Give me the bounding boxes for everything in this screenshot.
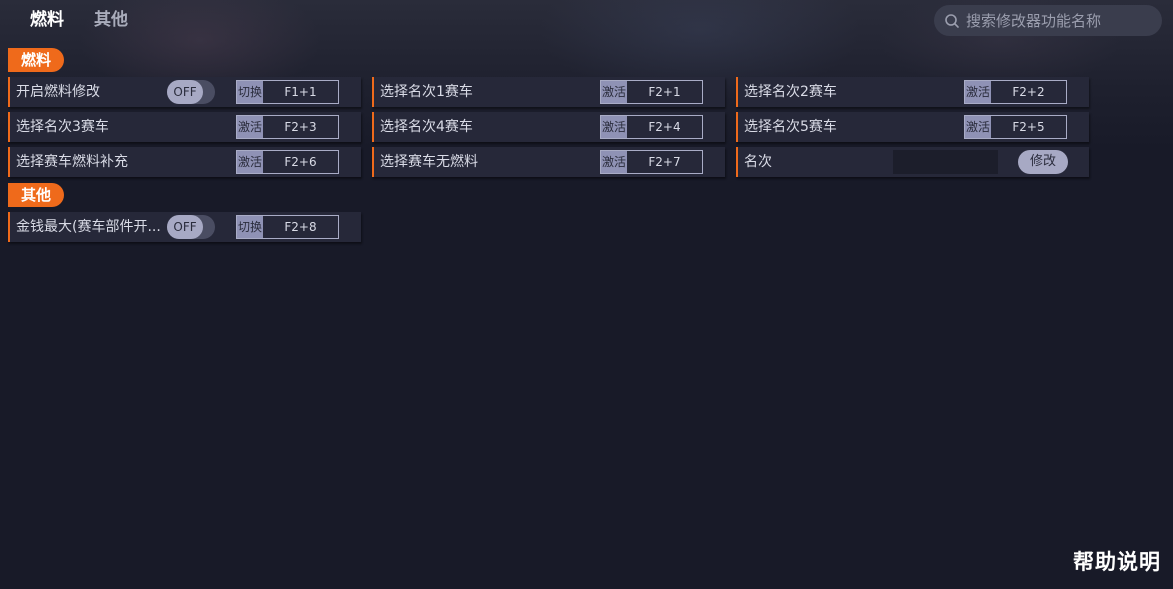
hotkey-box[interactable]: 激活 F2+6 [236,150,339,174]
apply-button[interactable]: 修改 [1018,150,1068,174]
toggle-state: OFF [167,80,203,104]
hotkey-box[interactable]: 激活 F2+5 [964,115,1067,139]
tab-fuel[interactable]: 燃料 [30,8,64,32]
hotkey-action: 激活 [601,81,627,103]
category-tabs: 燃料 其他 [30,8,128,32]
option-label: 名次 [744,154,772,170]
option-row-select-rank3: 选择名次3赛车 激活 F2+3 [8,112,361,142]
hotkey-box[interactable]: 激活 F2+2 [964,80,1067,104]
option-row-select-rank2: 选择名次2赛车 激活 F2+2 [736,77,1089,107]
hotkey-action: 激活 [965,116,991,138]
tab-other[interactable]: 其他 [94,8,128,32]
hotkey-action: 切换 [237,81,263,103]
max-money-toggle[interactable]: OFF [167,215,215,239]
option-label: 选择名次5赛车 [744,119,837,135]
option-row-enable-fuel: 开启燃料修改 OFF 切换 F1+1 [8,77,361,107]
help-button[interactable]: 帮助说明 [1073,546,1161,576]
option-row-select-rank5: 选择名次5赛车 激活 F2+5 [736,112,1089,142]
hotkey-action: 激活 [237,116,263,138]
toggle-state: OFF [167,215,203,239]
trainer-window: 燃料 其他 燃料 开启燃料修改 OFF 切换 F1+1 选择名次1赛车 激活 F… [0,0,1173,589]
search-box[interactable] [934,5,1162,36]
hotkey-keys: F2+4 [627,116,702,138]
option-row-max-money: 金钱最大(赛车部件开... OFF 切换 F2+8 [8,212,361,242]
hotkey-action: 激活 [237,151,263,173]
section-title-fuel: 燃料 [8,48,65,72]
option-label: 选择赛车无燃料 [380,154,478,170]
hotkey-box[interactable]: 激活 F2+1 [600,80,703,104]
hotkey-keys: F2+3 [263,116,338,138]
rank-input[interactable] [893,150,998,174]
hotkey-keys: F2+1 [627,81,702,103]
search-icon [945,13,959,28]
hotkey-action: 激活 [965,81,991,103]
section-title-other: 其他 [8,183,65,207]
hotkey-box[interactable]: 切换 F1+1 [236,80,339,104]
hotkey-keys: F2+5 [991,116,1066,138]
hotkey-keys: F1+1 [263,81,338,103]
hotkey-box[interactable]: 激活 F2+3 [236,115,339,139]
hotkey-keys: F2+7 [627,151,702,173]
option-label: 选择名次1赛车 [380,84,473,100]
hotkey-action: 激活 [601,151,627,173]
option-row-select-rank4: 选择名次4赛车 激活 F2+4 [372,112,725,142]
fuel-mod-toggle[interactable]: OFF [167,80,215,104]
option-row-no-fuel: 选择赛车无燃料 激活 F2+7 [372,147,725,177]
hotkey-keys: F2+6 [263,151,338,173]
option-label: 选择名次3赛车 [16,119,109,135]
option-label: 金钱最大(赛车部件开... [16,219,161,235]
hotkey-box[interactable]: 激活 F2+4 [600,115,703,139]
hotkey-action: 切换 [237,216,263,238]
hotkey-box[interactable]: 切换 F2+8 [236,215,339,239]
option-row-refuel-car: 选择赛车燃料补充 激活 F2+6 [8,147,361,177]
option-label: 选择赛车燃料补充 [16,154,128,170]
option-row-rank-value: 名次 修改 [736,147,1089,177]
option-label: 开启燃料修改 [16,84,100,100]
search-input[interactable] [966,11,1156,30]
option-row-select-rank1: 选择名次1赛车 激活 F2+1 [372,77,725,107]
hotkey-box[interactable]: 激活 F2+7 [600,150,703,174]
hotkey-keys: F2+8 [263,216,338,238]
hotkey-action: 激活 [601,116,627,138]
hotkey-keys: F2+2 [991,81,1066,103]
option-label: 选择名次2赛车 [744,84,837,100]
option-label: 选择名次4赛车 [380,119,473,135]
